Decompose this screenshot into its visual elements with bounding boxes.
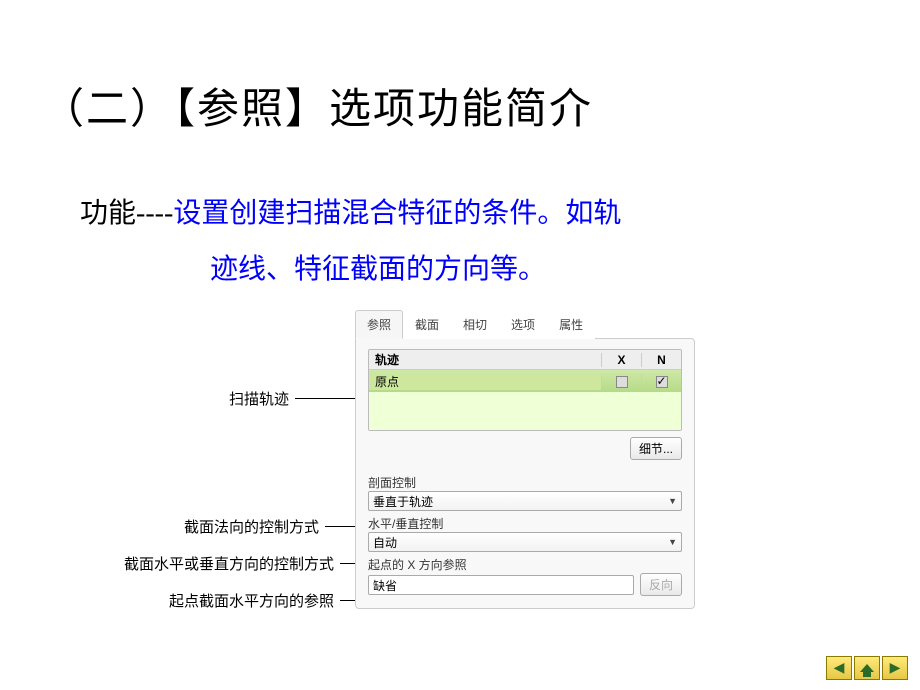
chevron-down-icon: ▼ bbox=[668, 496, 677, 506]
callout-line bbox=[340, 600, 355, 601]
triangle-right-icon: ▶ bbox=[890, 660, 901, 677]
description-block: 功能----设置创建扫描混合特征的条件。如轨 迹线、特征截面的方向等。 bbox=[0, 136, 920, 298]
col-n: N bbox=[641, 353, 681, 367]
col-trajectory: 轨迹 bbox=[369, 351, 601, 368]
tab-bar: 参照 截面 相切 选项 属性 bbox=[355, 310, 695, 339]
detail-row: 细节... bbox=[368, 431, 682, 470]
hv-control-value: 自动 bbox=[373, 534, 397, 551]
trajectory-row[interactable]: 原点 bbox=[369, 370, 681, 392]
checkbox-x-icon[interactable] bbox=[616, 376, 628, 388]
trajectory-row-name: 原点 bbox=[369, 373, 601, 390]
tab-options[interactable]: 选项 bbox=[499, 310, 547, 339]
nav-home-button[interactable] bbox=[854, 656, 880, 680]
trajectory-blank bbox=[369, 392, 681, 430]
nav-prev-button[interactable]: ◀ bbox=[826, 656, 852, 680]
callout-startpt-text: 起点截面水平方向的参照 bbox=[169, 590, 340, 611]
callout-startpt: 起点截面水平方向的参照 bbox=[169, 590, 355, 611]
hv-control-label: 水平/垂直控制 bbox=[368, 515, 682, 532]
detail-button[interactable]: 细节... bbox=[630, 437, 682, 460]
desc-line1: 设置创建扫描混合特征的条件。如轨 bbox=[173, 198, 621, 229]
tab-reference[interactable]: 参照 bbox=[355, 310, 403, 339]
desc-lead: 功能---- bbox=[80, 198, 173, 229]
callout-trajectory: 扫描轨迹 bbox=[229, 388, 355, 409]
tab-properties[interactable]: 属性 bbox=[547, 310, 595, 339]
trajectory-list: 轨迹 X N 原点 bbox=[368, 349, 682, 431]
startpt-input[interactable]: 缺省 bbox=[368, 575, 634, 595]
startpt-label: 起点的 X 方向参照 bbox=[368, 556, 682, 573]
chevron-down-icon: ▼ bbox=[668, 537, 677, 547]
trajectory-row-x[interactable] bbox=[601, 374, 641, 388]
callout-section-normal-text: 截面法向的控制方式 bbox=[184, 516, 325, 537]
hv-control-select[interactable]: 自动 ▼ bbox=[368, 532, 682, 552]
callout-line bbox=[340, 563, 355, 564]
nav-icons: ◀ ▶ bbox=[826, 656, 908, 680]
section-control-label: 剖面控制 bbox=[368, 474, 682, 491]
slide-title: （二）【参照】选项功能简介 bbox=[0, 0, 920, 136]
callout-line bbox=[325, 526, 355, 527]
tab-section[interactable]: 截面 bbox=[403, 310, 451, 339]
options-panel-screenshot: 参照 截面 相切 选项 属性 轨迹 X N 原点 细节... 剖面控制 垂直于轨… bbox=[355, 310, 695, 609]
callout-hv: 截面水平或垂直方向的控制方式 bbox=[124, 553, 355, 574]
panel-body: 轨迹 X N 原点 细节... 剖面控制 垂直于轨迹 ▼ 水平/垂直控制 自动 … bbox=[355, 338, 695, 609]
home-icon bbox=[860, 664, 874, 672]
nav-next-button[interactable]: ▶ bbox=[882, 656, 908, 680]
callout-hv-text: 截面水平或垂直方向的控制方式 bbox=[124, 553, 340, 574]
trajectory-row-n[interactable] bbox=[641, 374, 681, 388]
section-control-select[interactable]: 垂直于轨迹 ▼ bbox=[368, 491, 682, 511]
checkbox-n-icon[interactable] bbox=[656, 376, 668, 388]
tab-tangent[interactable]: 相切 bbox=[451, 310, 499, 339]
reverse-button: 反向 bbox=[640, 573, 682, 596]
section-control-value: 垂直于轨迹 bbox=[373, 493, 433, 510]
triangle-left-icon: ◀ bbox=[834, 660, 845, 677]
callout-section-normal: 截面法向的控制方式 bbox=[184, 516, 355, 537]
col-x: X bbox=[601, 353, 641, 367]
trajectory-header: 轨迹 X N bbox=[369, 350, 681, 370]
callout-line bbox=[295, 398, 355, 399]
desc-line2: 迹线、特征截面的方向等。 bbox=[210, 254, 546, 285]
startpt-row: 缺省 反向 bbox=[368, 573, 682, 596]
callout-trajectory-text: 扫描轨迹 bbox=[229, 388, 295, 409]
